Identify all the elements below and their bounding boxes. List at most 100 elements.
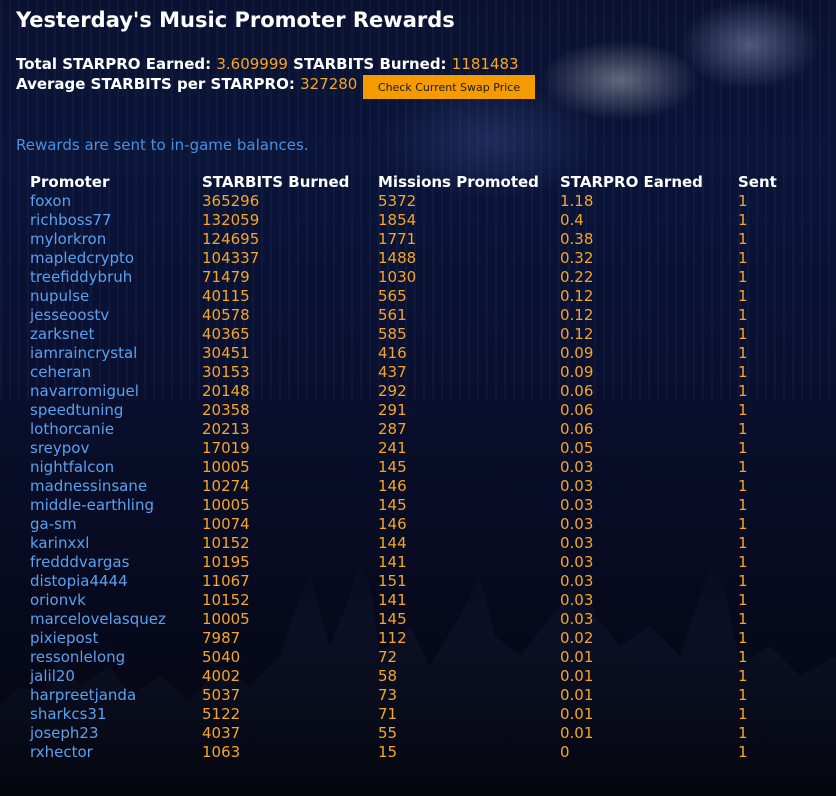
starpro-earned-cell: 0.06	[560, 382, 594, 400]
table-row: iamraincrystal 30451 416 0.09 1	[24, 344, 798, 363]
table-row: mapledcrypto 104337 1488 0.32 1	[24, 249, 798, 268]
sent-cell: 1	[738, 192, 748, 210]
table-row: jesseoostv 40578 561 0.12 1	[24, 306, 798, 325]
sent-cell: 1	[738, 325, 748, 343]
starbits-burned-cell: 10195	[202, 553, 250, 571]
table-row: middle-earthling 10005 145 0.03 1	[24, 496, 798, 515]
sent-cell: 1	[738, 572, 748, 590]
promoter-name: foxon	[30, 192, 72, 210]
sent-cell: 1	[738, 382, 748, 400]
starpro-earned-cell: 0.03	[560, 553, 594, 571]
sent-cell: 1	[738, 344, 748, 362]
starbits-burned-value: 1181483	[451, 55, 519, 73]
promoter-name: distopia4444	[30, 572, 128, 590]
starpro-earned-cell: 0.38	[560, 230, 594, 248]
average-line: Average STARBITS per STARPRO: 327280	[16, 75, 357, 93]
sent-cell: 1	[738, 496, 748, 514]
sent-cell: 1	[738, 515, 748, 533]
missions-promoted-cell: 287	[378, 420, 407, 438]
starpro-earned-cell: 0.03	[560, 515, 594, 533]
table-row: sharkcs31 5122 71 0.01 1	[24, 705, 798, 724]
table-row: treefiddybruh 71479 1030 0.22 1	[24, 268, 798, 287]
table-row: speedtuning 20358 291 0.06 1	[24, 401, 798, 420]
starbits-burned-cell: 4037	[202, 724, 241, 742]
starpro-earned-cell: 0	[560, 743, 570, 761]
missions-promoted-cell: 561	[378, 306, 407, 324]
promoter-name: marcelovelasquez	[30, 610, 166, 628]
promoter-name: mylorkron	[30, 230, 107, 248]
table-header-row: Promoter STARBITS Burned Missions Promot…	[24, 172, 798, 192]
table-row: lothorcanie 20213 287 0.06 1	[24, 420, 798, 439]
missions-promoted-cell: 291	[378, 401, 407, 419]
missions-promoted-cell: 1771	[378, 230, 417, 248]
sent-cell: 1	[738, 401, 748, 419]
promoter-name: madnessinsane	[30, 477, 148, 495]
starbits-burned-cell: 5040	[202, 648, 241, 666]
sent-cell: 1	[738, 268, 748, 286]
starbits-burned-cell: 4002	[202, 667, 241, 685]
sent-cell: 1	[738, 705, 748, 723]
starpro-earned-cell: 0.22	[560, 268, 594, 286]
sent-cell: 1	[738, 211, 748, 229]
sent-cell: 1	[738, 477, 748, 495]
starbits-burned-cell: 40578	[202, 306, 250, 324]
table-row: nupulse 40115 565 0.12 1	[24, 287, 798, 306]
sent-cell: 1	[738, 629, 748, 647]
missions-promoted-cell: 71	[378, 705, 398, 723]
table-row: rxhector 1063 15 0 1	[24, 743, 798, 762]
promoter-name: ceheran	[30, 363, 92, 381]
missions-promoted-cell: 416	[378, 344, 407, 362]
starbits-burned-cell: 10005	[202, 496, 250, 514]
sent-cell: 1	[738, 363, 748, 381]
rewards-notice: Rewards are sent to in-game balances.	[16, 136, 309, 154]
missions-promoted-cell: 141	[378, 591, 407, 609]
starbits-burned-cell: 20148	[202, 382, 250, 400]
starbits-burned-cell: 10152	[202, 534, 250, 552]
starbits-burned-cell: 1063	[202, 743, 241, 761]
missions-promoted-cell: 146	[378, 477, 407, 495]
missions-promoted-cell: 112	[378, 629, 407, 647]
promoter-name: sharkcs31	[30, 705, 107, 723]
total-starpro-label: Total STARPRO Earned:	[16, 55, 212, 73]
starpro-earned-cell: 1.18	[560, 192, 594, 210]
table-row: richboss77 132059 1854 0.4 1	[24, 211, 798, 230]
missions-promoted-cell: 437	[378, 363, 407, 381]
sent-cell: 1	[738, 420, 748, 438]
starbits-burned-cell: 11067	[202, 572, 250, 590]
starbits-burned-cell: 10005	[202, 610, 250, 628]
starbits-burned-cell: 30153	[202, 363, 250, 381]
table-row: zarksnet 40365 585 0.12 1	[24, 325, 798, 344]
starbits-burned-cell: 40115	[202, 287, 250, 305]
promoter-name: navarromiguel	[30, 382, 139, 400]
starpro-earned-cell: 0.03	[560, 610, 594, 628]
starpro-earned-cell: 0.03	[560, 534, 594, 552]
starbits-burned-label: STARBITS Burned:	[293, 55, 447, 73]
promoter-name: jalil20	[30, 667, 75, 685]
sent-cell: 1	[738, 439, 748, 457]
starpro-earned-cell: 0.01	[560, 686, 594, 704]
starpro-earned-cell: 0.12	[560, 287, 594, 305]
starpro-earned-cell: 0.03	[560, 458, 594, 476]
promoter-name: sreypov	[30, 439, 90, 457]
sent-cell: 1	[738, 724, 748, 742]
promoter-name: treefiddybruh	[30, 268, 133, 286]
missions-promoted-cell: 72	[378, 648, 398, 666]
starpro-earned-cell: 0.01	[560, 724, 594, 742]
starpro-earned-cell: 0.06	[560, 420, 594, 438]
starbits-burned-cell: 124695	[202, 230, 260, 248]
sent-cell: 1	[738, 306, 748, 324]
average-value: 327280	[300, 75, 358, 93]
total-starpro-value: 3.609999	[216, 55, 288, 73]
starbits-burned-cell: 365296	[202, 192, 260, 210]
promoter-name: speedtuning	[30, 401, 124, 419]
missions-promoted-cell: 565	[378, 287, 407, 305]
promoter-name: zarksnet	[30, 325, 95, 343]
missions-promoted-cell: 145	[378, 610, 407, 628]
missions-promoted-cell: 5372	[378, 192, 417, 210]
promoter-name: ressonlelong	[30, 648, 126, 666]
header-starpro-earned: STARPRO Earned	[560, 173, 703, 191]
starbits-burned-cell: 30451	[202, 344, 250, 362]
check-swap-price-button[interactable]: Check Current Swap Price	[363, 75, 535, 99]
starbits-burned-cell: 71479	[202, 268, 250, 286]
starpro-earned-cell: 0.03	[560, 496, 594, 514]
